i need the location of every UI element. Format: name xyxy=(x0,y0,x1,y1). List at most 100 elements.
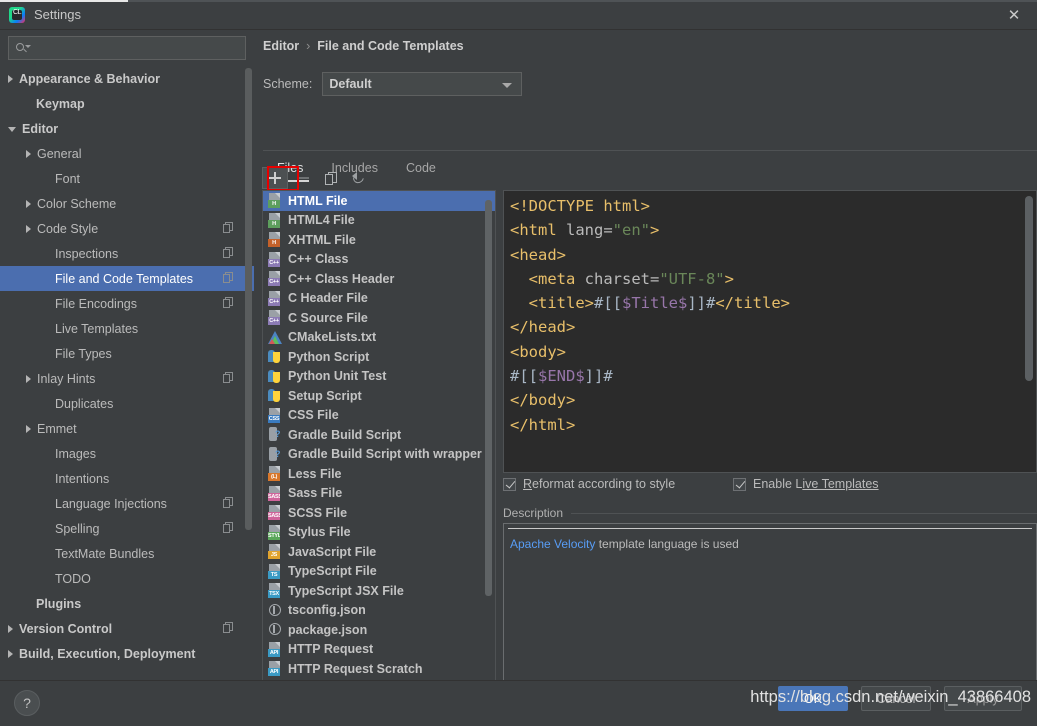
file-template-row[interactable]: SASS Sass File xyxy=(263,484,495,504)
code-token: </body> xyxy=(510,391,576,410)
file-template-row[interactable]: C++ C Header File xyxy=(263,289,495,309)
sidebar-item-build-execution-deployment[interactable]: Build, Execution, Deployment xyxy=(0,641,254,666)
file-template-row[interactable]: API HTTP Request xyxy=(263,640,495,660)
file-template-row[interactable]: package.json xyxy=(263,620,495,640)
file-template-row[interactable]: (L) Less File xyxy=(263,464,495,484)
sidebar-item-editor[interactable]: Editor xyxy=(0,116,254,141)
chevron-right-icon[interactable] xyxy=(8,624,13,633)
editor-scrollbar[interactable] xyxy=(1025,194,1033,468)
minus-icon xyxy=(297,177,309,179)
chevron-right-icon[interactable] xyxy=(8,74,13,83)
file-template-row[interactable]: Setup Script xyxy=(263,386,495,406)
sidebar-item-label: General xyxy=(37,146,82,161)
file-template-row[interactable]: ? Gradle Build Script with wrapper xyxy=(263,445,495,465)
html-file-icon: H xyxy=(268,193,282,209)
sidebar-item-plugins[interactable]: Plugins xyxy=(0,591,254,616)
sidebar-item-file-encodings[interactable]: File Encodings xyxy=(0,291,254,316)
sidebar-item-file-and-code-templates[interactable]: File and Code Templates xyxy=(0,266,254,291)
sidebar-scrollbar[interactable] xyxy=(245,68,252,668)
description-box[interactable]: Apache Velocity template language is use… xyxy=(503,523,1037,693)
file-template-row[interactable]: C++ C Source File xyxy=(263,308,495,328)
sidebar-item-inlay-hints[interactable]: Inlay Hints xyxy=(0,366,254,391)
add-template-button[interactable] xyxy=(262,167,288,189)
settings-tree[interactable]: Appearance & Behavior Keymap Editor General… xyxy=(0,66,254,680)
editor-scrollbar-thumb[interactable] xyxy=(1025,196,1033,381)
chevron-right-icon[interactable] xyxy=(26,199,31,208)
sidebar-item-general[interactable]: General xyxy=(0,141,254,166)
sidebar-item-images[interactable]: Images xyxy=(0,441,254,466)
project-scope-icon xyxy=(223,222,234,234)
file-template-row[interactable]: SASS SCSS File xyxy=(263,503,495,523)
sidebar-item-todo[interactable]: TODO xyxy=(0,566,254,591)
chevron-right-icon[interactable] xyxy=(26,149,31,158)
file-template-row[interactable]: ? Gradle Build Script xyxy=(263,425,495,445)
sidebar-item-label: Duplicates xyxy=(55,396,114,411)
sidebar-item-emmet[interactable]: Emmet xyxy=(0,416,254,441)
file-template-row[interactable]: CSS CSS File xyxy=(263,406,495,426)
sidebar-item-spelling[interactable]: Spelling xyxy=(0,516,254,541)
remove-template-button[interactable] xyxy=(290,167,316,189)
live-templates-checkbox-item[interactable]: Enable Live Templates xyxy=(733,477,879,491)
sidebar-item-font[interactable]: Font xyxy=(0,166,254,191)
sidebar-item-textmate-bundles[interactable]: TextMate Bundles xyxy=(0,541,254,566)
chevron-down-icon[interactable] xyxy=(8,127,16,132)
apache-velocity-link[interactable]: Apache Velocity xyxy=(510,537,595,551)
file-list-scrollbar[interactable] xyxy=(485,193,492,692)
scheme-select[interactable]: Default xyxy=(322,72,523,96)
reformat-checkbox-item[interactable]: Reformat according to style xyxy=(503,477,733,491)
sidebar-item-inspections[interactable]: Inspections xyxy=(0,241,254,266)
sidebar-item-code-style[interactable]: Code Style xyxy=(0,216,254,241)
sidebar-item-duplicates[interactable]: Duplicates xyxy=(0,391,254,416)
apply-button[interactable]: Apply xyxy=(944,686,1022,711)
reformat-checkbox[interactable] xyxy=(503,477,516,491)
file-template-row[interactable]: H HTML File xyxy=(263,191,495,211)
copy-template-button[interactable] xyxy=(318,167,344,189)
file-template-row[interactable]: STYL Stylus File xyxy=(263,523,495,543)
sidebar-item-language-injections[interactable]: Language Injections xyxy=(0,491,254,516)
sidebar-item-intentions[interactable]: Intentions xyxy=(0,466,254,491)
file-template-row[interactable]: JS JavaScript File xyxy=(263,542,495,562)
ok-button[interactable]: OK xyxy=(778,686,848,711)
breadcrumb-parent[interactable]: Editor xyxy=(263,39,299,53)
help-button[interactable]: ? xyxy=(14,690,40,716)
file-template-row[interactable]: TS TypeScript File xyxy=(263,562,495,582)
reformat-checkbox-label: Reformat according to style xyxy=(523,477,676,491)
chevron-right-icon[interactable] xyxy=(26,374,31,383)
template-code-editor[interactable]: <!DOCTYPE html> <html lang="en"> <head> <m… xyxy=(503,190,1037,473)
sidebar-item-file-types[interactable]: File Types xyxy=(0,341,254,366)
file-template-row[interactable]: TSX TypeScript JSX File xyxy=(263,581,495,601)
search-box[interactable] xyxy=(8,36,246,60)
file-template-row[interactable]: H HTML4 File xyxy=(263,211,495,231)
chevron-right-icon[interactable] xyxy=(8,649,13,658)
file-list-scrollbar-thumb[interactable] xyxy=(485,200,492,596)
close-icon[interactable]: ✕ xyxy=(991,0,1037,29)
template-file-list[interactable]: H HTML File H HTML4 File H XHTML File C++ C++ C… xyxy=(262,190,496,693)
file-template-row[interactable]: API HTTP Request Scratch xyxy=(263,659,495,679)
sidebar-item-appearance-behavior[interactable]: Appearance & Behavior xyxy=(0,66,254,91)
sidebar-scrollbar-thumb[interactable] xyxy=(245,68,252,530)
reset-template-button[interactable] xyxy=(346,167,372,189)
cancel-button[interactable]: Cancel xyxy=(861,686,931,711)
chevron-right-icon[interactable] xyxy=(26,224,31,233)
chevron-right-icon[interactable] xyxy=(26,424,31,433)
live-templates-checkbox[interactable] xyxy=(733,477,746,491)
sidebar-item-live-templates[interactable]: Live Templates xyxy=(0,316,254,341)
sidebar-item-keymap[interactable]: Keymap xyxy=(0,91,254,116)
code-line: </html> xyxy=(510,413,790,437)
file-template-row[interactable]: H XHTML File xyxy=(263,230,495,250)
sidebar-item-label: Inlay Hints xyxy=(37,371,96,386)
search-input[interactable] xyxy=(29,41,245,55)
file-template-row[interactable]: Python Unit Test xyxy=(263,367,495,387)
file-template-row[interactable]: C++ C++ Class Header xyxy=(263,269,495,289)
file-template-row[interactable]: tsconfig.json xyxy=(263,601,495,621)
code-token: <head> xyxy=(510,245,566,264)
scss-file-icon: SASS xyxy=(268,505,282,521)
sidebar-item-version-control[interactable]: Version Control xyxy=(0,616,254,641)
file-template-row[interactable]: Python Script xyxy=(263,347,495,367)
file-template-row[interactable]: CMakeLists.txt xyxy=(263,328,495,348)
sidebar-item-color-scheme[interactable]: Color Scheme xyxy=(0,191,254,216)
file-template-row[interactable]: C++ C++ Class xyxy=(263,250,495,270)
